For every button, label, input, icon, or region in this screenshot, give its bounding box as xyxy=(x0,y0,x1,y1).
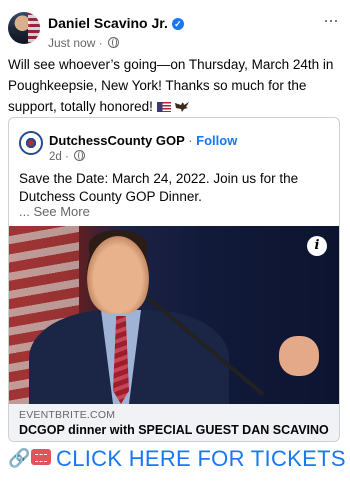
post-body: Will see whoever’s going—on Thursday, Ma… xyxy=(8,57,334,114)
shared-post-card[interactable]: DutchessCounty GOP · Follow 2d · Save th… xyxy=(8,117,340,442)
event-photo[interactable]: i xyxy=(9,226,339,404)
shared-header: DutchessCounty GOP · Follow xyxy=(49,133,237,148)
flag-icon xyxy=(28,12,40,44)
shared-text: Save the Date: March 24, 2022. Join us f… xyxy=(19,171,299,204)
link-icon: 🔗 xyxy=(8,448,31,468)
verified-badge-icon: ✓ xyxy=(171,18,184,30)
link-preview[interactable]: EVENTBRITE.COM DCGOP dinner with SPECIAL… xyxy=(9,404,339,441)
globe-icon xyxy=(74,150,86,161)
speaker-head xyxy=(87,236,149,314)
author-name-row: Daniel Scavino Jr. ✓ xyxy=(48,15,184,31)
shared-meta: 2d · xyxy=(49,150,86,163)
more-options-icon[interactable]: ··· xyxy=(323,10,339,31)
tickets-link[interactable]: CLICK HERE FOR TICKETS xyxy=(56,446,346,472)
meta-dot: · xyxy=(98,36,103,50)
post-time[interactable]: Just now xyxy=(48,36,95,50)
post-text: Will see whoever’s going—on Thursday, Ma… xyxy=(8,54,344,117)
author-avatar[interactable] xyxy=(8,12,40,44)
page-name[interactable]: DutchessCounty GOP xyxy=(49,133,185,148)
eagle-icon xyxy=(175,100,190,112)
speaker-hand xyxy=(279,336,319,376)
link-title[interactable]: DCGOP dinner with SPECIAL GUEST DAN SCAV… xyxy=(19,423,329,437)
shared-meta-dot: · xyxy=(65,151,69,163)
author-name[interactable]: Daniel Scavino Jr. xyxy=(48,15,168,31)
info-icon[interactable]: i xyxy=(307,236,327,256)
globe-icon xyxy=(108,37,120,48)
link-domain: EVENTBRITE.COM xyxy=(19,409,116,421)
shared-time[interactable]: 2d xyxy=(49,151,62,163)
us-flag-icon xyxy=(156,102,171,112)
post-meta: Just now · xyxy=(48,36,120,50)
post-header: Daniel Scavino Jr. ✓ Just now · ··· xyxy=(0,0,350,52)
see-more-link[interactable]: ... See More xyxy=(19,204,90,219)
ticket-icon xyxy=(31,449,51,465)
ticket-cta[interactable]: 🔗 CLICK HERE FOR TICKETS xyxy=(0,440,350,478)
header-separator: · xyxy=(188,133,193,148)
follow-button[interactable]: Follow xyxy=(196,133,237,148)
page-avatar[interactable] xyxy=(19,131,43,155)
